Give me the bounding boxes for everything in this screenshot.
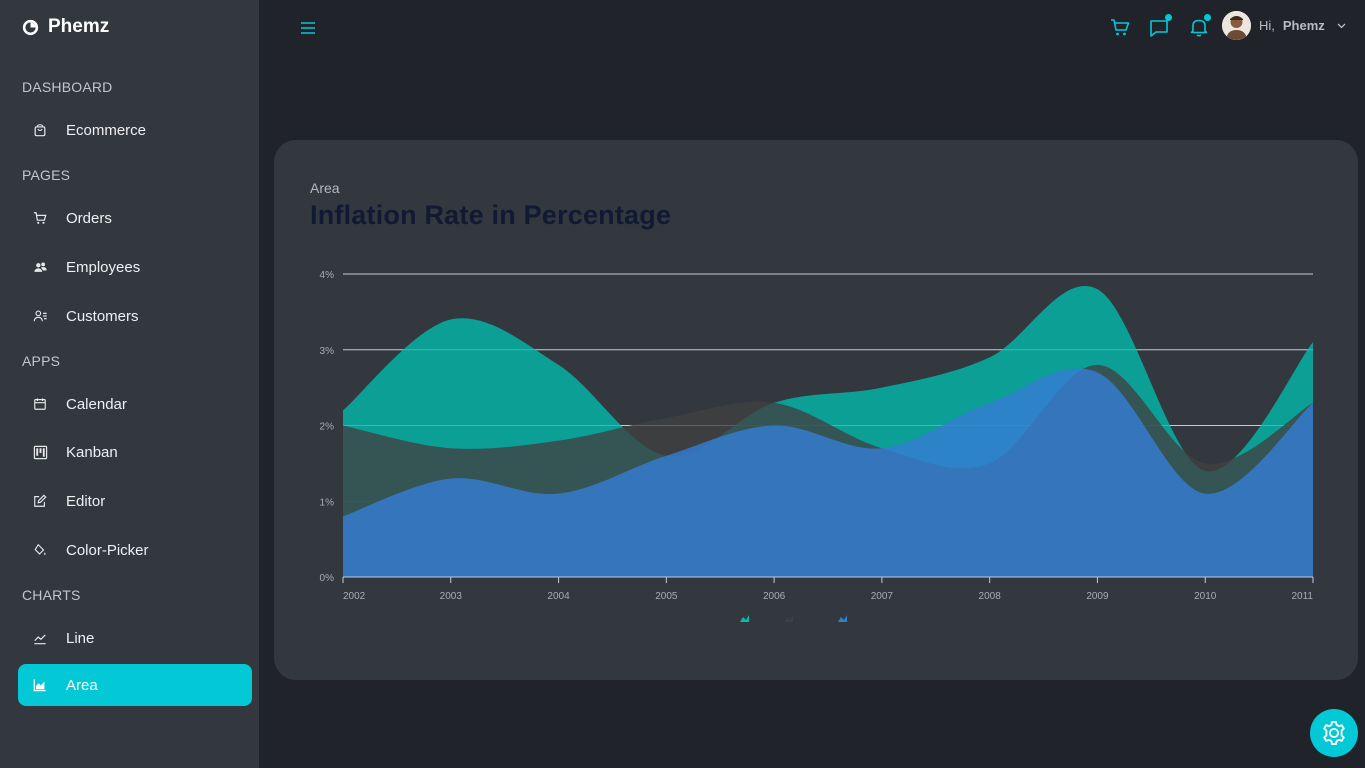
sidebar-item-line[interactable]: Line bbox=[18, 617, 252, 659]
people-icon bbox=[32, 259, 48, 275]
username: Phemz bbox=[1282, 18, 1325, 33]
chart-card: Area Inflation Rate in Percentage 0% 1% 2%… bbox=[274, 140, 1358, 680]
sidebar-item-label: Ecommerce bbox=[66, 121, 147, 139]
x-tick-label: 2010 bbox=[1194, 591, 1217, 602]
section-title-pages: PAGES bbox=[22, 167, 71, 183]
chat-notification-dot bbox=[1165, 14, 1172, 21]
chat-button[interactable] bbox=[1147, 14, 1172, 40]
sidebar-item-label: Kanban bbox=[66, 443, 118, 461]
logo-icon bbox=[22, 19, 39, 35]
sidebar-item-customers[interactable]: Customers bbox=[18, 295, 252, 337]
section-title-dashboard: DASHBOARD bbox=[22, 79, 113, 95]
legend-marker-3 bbox=[838, 615, 847, 622]
notifications-button[interactable] bbox=[1187, 14, 1211, 40]
cart-icon bbox=[32, 210, 48, 226]
sidebar-item-label: Color-Picker bbox=[66, 541, 149, 559]
section-title-apps: APPS bbox=[22, 353, 61, 369]
calendar-icon bbox=[32, 396, 48, 412]
menu-toggle-button[interactable] bbox=[297, 17, 319, 39]
sidebar-item-employees[interactable]: Employees bbox=[18, 246, 252, 288]
x-tick-label: 2011 bbox=[1291, 591, 1313, 602]
sidebar-item-ecommerce[interactable]: Ecommerce bbox=[18, 109, 252, 151]
greeting-text: Hi, bbox=[1259, 18, 1275, 33]
sidebar-item-label: Calendar bbox=[66, 395, 127, 413]
sidebar-item-label: Line bbox=[66, 629, 95, 647]
y-tick-label: 3% bbox=[320, 346, 335, 357]
kanban-icon bbox=[32, 444, 48, 460]
edit-icon bbox=[32, 493, 48, 509]
settings-button[interactable] bbox=[1310, 709, 1358, 757]
sidebar-item-orders[interactable]: Orders bbox=[18, 197, 252, 239]
paint-bucket-icon bbox=[32, 542, 48, 558]
brand-name: Phemz bbox=[48, 16, 110, 37]
x-tick-label: 2008 bbox=[979, 591, 1002, 602]
x-tick-label: 2009 bbox=[1086, 591, 1109, 602]
sidebar-item-label: Customers bbox=[66, 307, 139, 325]
sidebar-item-area[interactable]: Area bbox=[18, 664, 252, 706]
x-tick-label: 2006 bbox=[763, 591, 786, 602]
x-tick-label: 2007 bbox=[871, 591, 894, 602]
x-tick-label: 2003 bbox=[440, 591, 463, 602]
legend-marker-1 bbox=[740, 615, 749, 622]
avatar bbox=[1222, 11, 1251, 40]
chevron-down-icon bbox=[1337, 23, 1346, 28]
line-chart-icon bbox=[32, 630, 48, 646]
area-chart-icon bbox=[32, 677, 48, 693]
sidebar-item-label: Orders bbox=[66, 209, 112, 227]
legend-marker-2 bbox=[784, 615, 793, 622]
sidebar-item-label: Employees bbox=[66, 258, 141, 276]
brand-logo[interactable]: Phemz bbox=[22, 16, 109, 38]
menu-icon bbox=[301, 22, 315, 34]
y-tick-label: 2% bbox=[320, 422, 335, 433]
sidebar: Phemz DASHBOARD Ecommerce PAGES Orders E… bbox=[0, 0, 259, 768]
x-tick-label: 2005 bbox=[655, 591, 678, 602]
cart-button[interactable] bbox=[1108, 14, 1132, 40]
sidebar-item-calendar[interactable]: Calendar bbox=[18, 383, 252, 425]
shopping-bag-icon bbox=[32, 122, 48, 138]
user-profile-button[interactable]: Hi, Phemz bbox=[1222, 11, 1346, 40]
sidebar-item-editor[interactable]: Editor bbox=[18, 480, 252, 522]
cart-icon bbox=[1111, 18, 1130, 35]
section-title-charts: CHARTS bbox=[22, 587, 81, 603]
user-list-icon bbox=[32, 308, 48, 324]
y-tick-label: 4% bbox=[320, 270, 335, 281]
y-tick-label: 0% bbox=[320, 573, 335, 584]
sidebar-item-color-picker[interactable]: Color-Picker bbox=[18, 529, 252, 571]
x-tick-label: 2002 bbox=[343, 591, 366, 602]
sidebar-item-kanban[interactable]: Kanban bbox=[18, 431, 252, 473]
y-tick-label: 1% bbox=[320, 497, 335, 508]
area-chart: 0% 1% 2% 3% 4% 2002 2003 2004 2005 2006 2007 2008 20… bbox=[320, 270, 1314, 622]
x-tick-label: 2004 bbox=[547, 591, 570, 602]
gear-icon bbox=[1323, 720, 1345, 746]
sidebar-item-label: Editor bbox=[66, 492, 106, 510]
bell-notification-dot bbox=[1204, 14, 1211, 21]
sidebar-item-label: Area bbox=[66, 676, 98, 694]
